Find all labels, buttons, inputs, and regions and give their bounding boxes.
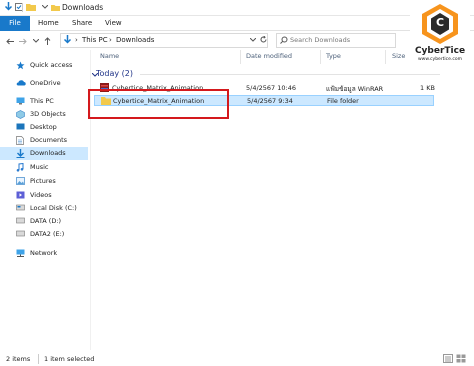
- sidebar-item-label: Network: [30, 249, 58, 257]
- sidebar-item-label: OneDrive: [30, 79, 61, 87]
- recent-locations-button[interactable]: [31, 35, 41, 47]
- drive-icon: [16, 204, 25, 213]
- sidebar-item-documents[interactable]: Documents: [0, 134, 88, 147]
- sidebar-item-label: Videos: [30, 191, 52, 199]
- star-icon: [16, 61, 25, 70]
- sidebar-item-3d-objects[interactable]: 3D Objects: [0, 108, 88, 121]
- sidebar-item-label: DATA (D:): [30, 217, 62, 225]
- download-icon: [16, 149, 25, 158]
- sidebar-item-data2-e[interactable]: DATA2 (E:): [0, 228, 88, 241]
- sidebar-item-label: Desktop: [30, 123, 57, 131]
- drive-icon: [16, 217, 25, 226]
- highlight-annotation: [88, 89, 229, 119]
- breadcrumb-downloads[interactable]: Downloads: [116, 36, 154, 44]
- cube-icon: [16, 110, 25, 119]
- drive-icon: [16, 230, 25, 239]
- sidebar-item-music[interactable]: Music: [0, 161, 88, 174]
- file-type: File folder: [327, 97, 359, 105]
- sidebar-item-label: This PC: [30, 97, 54, 105]
- column-header-type[interactable]: Type: [326, 52, 341, 60]
- sidebar-item-downloads[interactable]: Downloads: [0, 147, 88, 160]
- sidebar-item-pictures[interactable]: Pictures: [0, 175, 88, 188]
- breadcrumb-this-pc[interactable]: This PC: [82, 36, 108, 44]
- column-divider[interactable]: [385, 50, 386, 64]
- cloud-icon: [16, 79, 26, 88]
- logo-text: CyberTice: [414, 46, 466, 56]
- group-divider: [140, 74, 440, 75]
- window-title: Downloads: [62, 3, 104, 12]
- breadcrumb-separator-icon: ›: [75, 36, 78, 44]
- status-divider: [38, 354, 39, 364]
- sidebar-item-label: Local Disk (C:): [30, 204, 77, 212]
- document-icon: [16, 136, 25, 145]
- status-selected-count: 1 item selected: [44, 355, 95, 363]
- file-type: แฟ้มข้อมูล WinRAR: [326, 85, 384, 93]
- music-icon: [16, 162, 25, 172]
- sidebar-item-label: Documents: [30, 136, 68, 144]
- desktop-icon: [16, 123, 25, 132]
- cybertice-logo: C CyberTice www.cybertice.com: [410, 2, 470, 64]
- group-header[interactable]: Today (2): [96, 69, 133, 78]
- download-arrow-icon: [63, 35, 72, 47]
- picture-icon: [16, 177, 25, 186]
- sidebar-item-data-d[interactable]: DATA (D:): [0, 215, 88, 228]
- address-dropdown-icon[interactable]: [249, 36, 257, 44]
- folder-small-icon: [50, 2, 60, 12]
- forward-button[interactable]: [18, 35, 28, 47]
- search-input[interactable]: Search Downloads: [290, 36, 350, 44]
- sidebar-item-onedrive[interactable]: OneDrive: [0, 77, 88, 90]
- tab-home[interactable]: Home: [38, 16, 59, 31]
- video-icon: [16, 191, 25, 200]
- logo-letter: C: [435, 16, 445, 29]
- sidebar-item-label: 3D Objects: [30, 110, 66, 118]
- sidebar-item-label: Downloads: [30, 149, 66, 157]
- sidebar-item-quick-access[interactable]: Quick access: [0, 59, 88, 72]
- column-divider[interactable]: [240, 50, 241, 64]
- title-divider: [22, 3, 23, 12]
- breadcrumb-separator-icon: ›: [109, 36, 112, 44]
- logo-url: www.cybertice.com: [418, 57, 462, 62]
- large-icons-view-icon[interactable]: [456, 354, 466, 365]
- tab-file[interactable]: File: [0, 16, 30, 31]
- file-date: 5/4/2567 9:34: [247, 97, 293, 105]
- details-view-icon[interactable]: [443, 354, 453, 365]
- sidebar-item-label: Music: [30, 163, 49, 171]
- status-item-count: 2 items: [6, 355, 31, 363]
- sidebar-item-label: Pictures: [30, 177, 56, 185]
- column-header-name[interactable]: Name: [100, 52, 119, 60]
- back-button[interactable]: [5, 35, 15, 47]
- download-icon[interactable]: [3, 2, 13, 12]
- chevron-down-icon[interactable]: [40, 2, 50, 12]
- computer-icon: [16, 97, 25, 106]
- up-button[interactable]: [42, 35, 52, 47]
- file-date: 5/4/2567 10:46: [246, 84, 296, 92]
- search-icon: [280, 36, 288, 46]
- tab-view[interactable]: View: [105, 16, 122, 31]
- column-header-size[interactable]: Size: [392, 52, 405, 60]
- folder-icon[interactable]: [26, 2, 36, 12]
- sidebar-item-label: DATA2 (E:): [30, 230, 65, 238]
- column-divider[interactable]: [320, 50, 321, 64]
- sidebar-item-desktop[interactable]: Desktop: [0, 121, 88, 134]
- column-header-date[interactable]: Date modified: [246, 52, 292, 60]
- tab-share[interactable]: Share: [72, 16, 92, 31]
- sidebar-item-label: Quick access: [30, 61, 73, 69]
- sidebar-item-local-disk-c[interactable]: Local Disk (C:): [0, 202, 88, 215]
- refresh-icon[interactable]: [260, 35, 267, 45]
- sidebar-item-videos[interactable]: Videos: [0, 189, 88, 202]
- sidebar-item-network[interactable]: Network: [0, 247, 88, 260]
- network-icon: [16, 249, 25, 258]
- file-size: 1 KB: [420, 84, 435, 92]
- sidebar-item-this-pc[interactable]: This PC: [0, 95, 88, 108]
